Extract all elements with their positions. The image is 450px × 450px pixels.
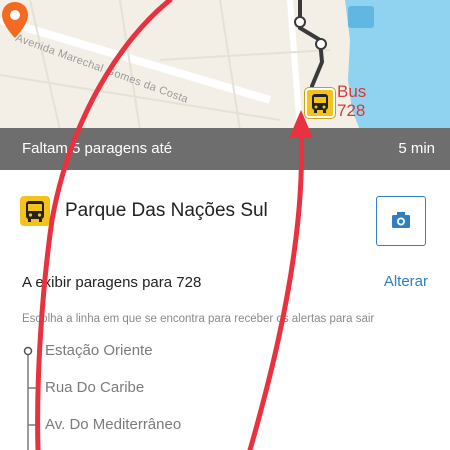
alert-hint-text: Escolha a linha em que se encontra para …	[22, 313, 375, 325]
bus-map-label: Bus 728	[337, 82, 366, 120]
bus-label-number: 728	[337, 101, 366, 120]
map-pin-icon[interactable]	[0, 0, 30, 40]
stop-list-item[interactable]: Av. Do Mediterrâneo	[45, 416, 181, 433]
change-route-link[interactable]: Alterar	[384, 273, 428, 290]
bus-marker-icon[interactable]	[305, 88, 335, 118]
stop-list-item[interactable]: Estação Oriente	[45, 342, 153, 359]
camera-icon	[392, 212, 410, 228]
map-background	[0, 0, 450, 130]
route-filter-text: A exibir paragens para 728	[22, 274, 202, 291]
stop-name: Parque Das Nações Sul	[65, 200, 268, 221]
map-view[interactable]: Avenida Marechal Gomes da Costa Bus 728	[0, 0, 450, 130]
stop-card: Parque Das Nações Sul A exibir paragens …	[0, 170, 450, 450]
stop-list-item[interactable]: Rua Do Caribe	[45, 379, 144, 396]
stops-remaining-header: Faltam 5 paragens até 5 min	[0, 128, 450, 170]
eta-text: 5 min	[398, 140, 435, 157]
camera-button[interactable]	[376, 196, 426, 246]
stop-panel: Faltam 5 paragens até 5 min Parque Das N…	[0, 128, 450, 450]
bus-label-text: Bus	[337, 82, 367, 101]
stops-remaining-text: Faltam 5 paragens até	[22, 140, 173, 157]
route-line	[23, 346, 36, 450]
